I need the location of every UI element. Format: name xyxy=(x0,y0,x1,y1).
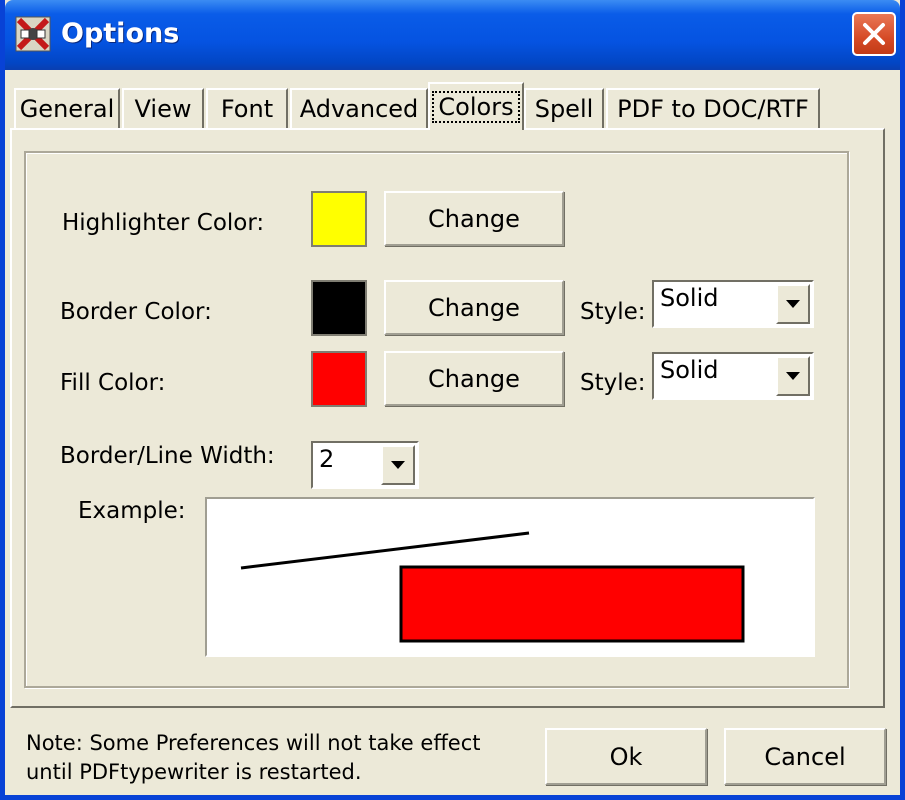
border-color-label: Border Color: xyxy=(60,299,212,325)
border-style-dropdown-button[interactable] xyxy=(776,284,810,324)
border-style-select[interactable]: Solid xyxy=(652,280,814,328)
restart-note: Note: Some Preferences will not take eff… xyxy=(26,729,481,787)
app-icon xyxy=(15,16,51,52)
line-width-label: Border/Line Width: xyxy=(60,443,275,469)
tab-colors[interactable]: Colors xyxy=(428,82,524,130)
fill-style-value: Solid xyxy=(660,356,719,384)
note-line-2: until PDFtypewriter is restarted. xyxy=(26,760,362,784)
tab-pdf-to-doc-rtf[interactable]: PDF to DOC/RTF xyxy=(606,88,820,128)
line-width-dropdown-button[interactable] xyxy=(381,445,415,485)
fill-color-label: Fill Color: xyxy=(60,370,166,396)
tab-general[interactable]: General xyxy=(14,88,120,128)
tab-advanced[interactable]: Advanced xyxy=(290,88,428,128)
example-preview xyxy=(205,497,815,657)
chevron-down-icon xyxy=(786,299,800,308)
example-line xyxy=(240,531,530,570)
tab-spell[interactable]: Spell xyxy=(524,88,604,128)
line-width-select[interactable]: 2 xyxy=(311,441,419,489)
fill-style-select[interactable]: Solid xyxy=(652,352,814,400)
example-label: Example: xyxy=(78,498,186,524)
fill-color-swatch xyxy=(311,351,367,407)
highlighter-change-button[interactable]: Change xyxy=(384,191,564,246)
border-color-swatch xyxy=(311,280,367,336)
border-change-button[interactable]: Change xyxy=(384,280,564,335)
fill-change-button[interactable]: Change xyxy=(384,351,564,406)
highlighter-color-label: Highlighter Color: xyxy=(62,210,265,236)
tab-view[interactable]: View xyxy=(122,88,204,128)
example-rectangle xyxy=(399,565,745,643)
line-width-value: 2 xyxy=(319,445,335,473)
window-title: Options xyxy=(61,18,180,49)
note-line-1: Note: Some Preferences will not take eff… xyxy=(26,731,481,755)
fill-style-dropdown-button[interactable] xyxy=(776,356,810,396)
close-button[interactable] xyxy=(852,12,896,56)
tab-font[interactable]: Font xyxy=(206,88,288,128)
border-style-value: Solid xyxy=(660,284,719,312)
cancel-button[interactable]: Cancel xyxy=(724,728,886,785)
close-icon xyxy=(863,23,885,45)
chevron-down-icon xyxy=(786,371,800,380)
chevron-down-icon xyxy=(391,460,405,469)
fill-style-label: Style: xyxy=(580,370,646,396)
ok-button[interactable]: Ok xyxy=(545,728,707,785)
title-bar[interactable]: Options xyxy=(5,0,900,70)
border-style-label: Style: xyxy=(580,299,646,325)
highlighter-color-swatch xyxy=(311,191,367,247)
example-preview-canvas xyxy=(240,531,745,643)
